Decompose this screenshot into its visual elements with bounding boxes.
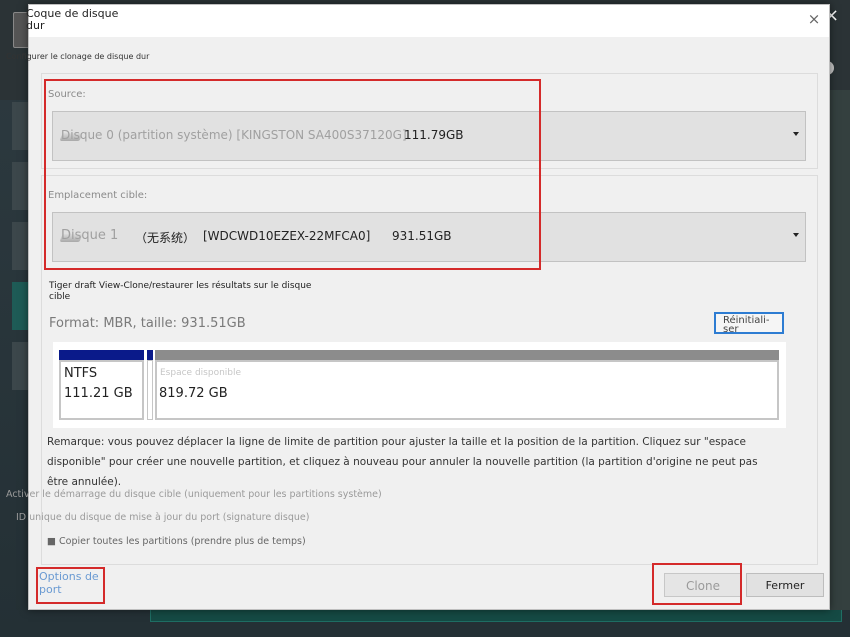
target-system-tag: （无系统）: [135, 231, 196, 245]
partition-bar: [59, 350, 144, 360]
format-info: Format: MBR, taille: 931.51GB: [49, 316, 246, 331]
target-disk-name: Disque 1: [61, 228, 119, 243]
partition-size-label: 819.72 GB: [159, 386, 228, 401]
source-disk-size: 111.79GB: [404, 128, 464, 142]
instruction-text: Tiger draft View-Clone/restaurer les rés…: [49, 281, 312, 302]
target-disk-model: [WDCWD10EZEX-22MFCA0]: [203, 229, 371, 243]
source-disk-select[interactable]: Disque 0 (partition système) [KINGSTON S…: [52, 111, 806, 161]
disk-clone-dialog: Coque de disque dur × Configurer le clon…: [6, 4, 830, 610]
reset-button[interactable]: Réinitiali-ser: [714, 312, 784, 335]
partition-size-label: 111.21 GB: [64, 386, 133, 401]
chevron-down-icon: [793, 233, 799, 237]
partition-map: NTFS 111.21 GB Espace disponible 819.72 …: [53, 342, 786, 428]
close-button[interactable]: Fermer: [746, 573, 824, 597]
target-label: Emplacement cible:: [48, 190, 148, 201]
target-disk-size: 931.51GB: [392, 229, 452, 243]
partition-small[interactable]: [147, 350, 153, 420]
background-right-strip: [830, 90, 850, 610]
option-enable-boot[interactable]: Activer le démarrage du disque cible (un…: [6, 489, 382, 500]
port-options-link[interactable]: Options de port: [39, 570, 109, 596]
target-disk-select[interactable]: Disque 1 （无系统） [WDCWD10EZEX-22MFCA0] 931…: [52, 212, 806, 262]
clone-button[interactable]: Clone: [664, 573, 742, 597]
partition-box: [155, 360, 779, 420]
partition-ntfs[interactable]: NTFS 111.21 GB: [59, 350, 144, 420]
source-label: Source:: [48, 89, 86, 100]
partition-fs-label: Espace disponible: [160, 368, 242, 378]
chevron-down-icon: [793, 132, 799, 136]
option-disk-signature[interactable]: ID unique du disque de mise à jour du po…: [16, 512, 309, 523]
dialog-title: Coque de disque dur: [26, 7, 119, 32]
partition-fs-label: NTFS: [64, 366, 98, 381]
note-text: Remarque: vous pouvez déplacer la ligne …: [47, 436, 758, 488]
partition-box: [147, 360, 153, 420]
partition-bar: [155, 350, 779, 360]
option-copy-all-partitions[interactable]: ■ Copier toutes les partitions (prendre …: [47, 536, 306, 547]
close-icon[interactable]: ×: [807, 12, 821, 27]
partition-free-space[interactable]: Espace disponible 819.72 GB: [155, 350, 779, 420]
source-disk-text: Disque 0 (partition système) [KINGSTON S…: [61, 128, 407, 142]
dialog-titlebar: Coque de disque dur ×: [26, 5, 829, 37]
partition-bar: [147, 350, 153, 360]
dialog-subtitle: Configurer le clonage de disque dur: [6, 52, 150, 61]
